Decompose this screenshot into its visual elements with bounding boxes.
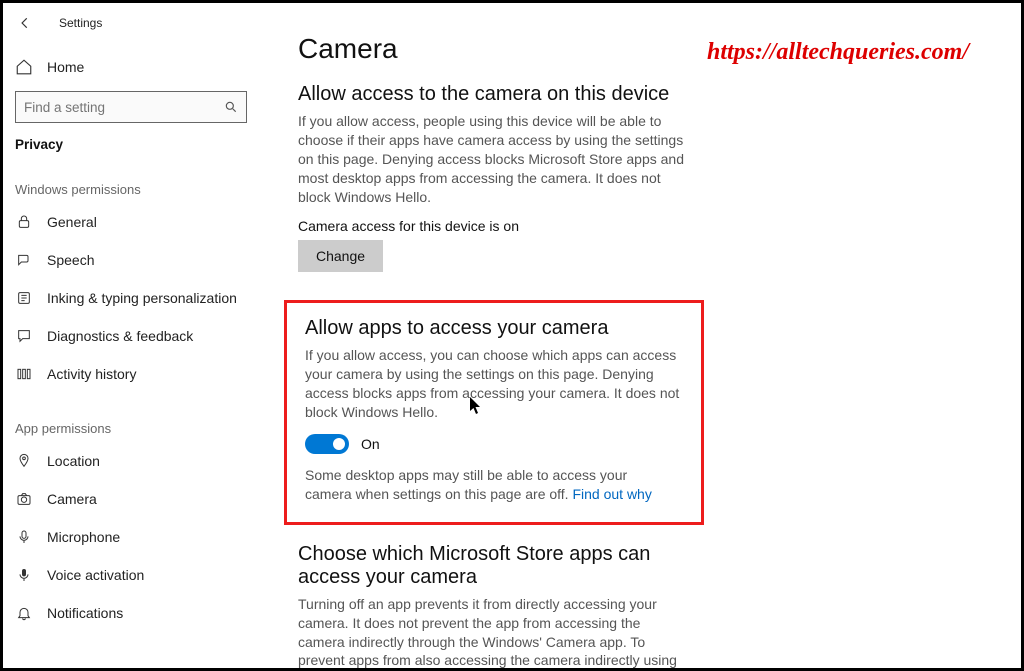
sidebar-item-label: Voice activation [47,567,144,583]
section-heading-device-access: Allow access to the camera on this devic… [298,83,991,106]
sidebar-item-microphone[interactable]: Microphone [3,518,268,556]
search-input[interactable] [24,100,224,115]
sidebar-item-inking[interactable]: Inking & typing personalization [3,279,268,317]
desktop-apps-note: Some desktop apps may still be able to a… [305,466,655,504]
section-body-device-access: If you allow access, people using this d… [298,112,688,206]
section-heading-store-apps: Choose which Microsoft Store apps can ac… [298,543,718,589]
app-access-toggle-row: On [305,434,683,454]
microphone-icon [15,529,33,545]
group-heading-windows-permissions: Windows permissions [3,154,268,203]
group-heading-app-permissions: App permissions [3,393,268,442]
sidebar-item-voice[interactable]: Voice activation [3,556,268,594]
search-icon [224,100,238,114]
camera-icon [15,491,33,507]
sidebar-item-label: Speech [47,252,94,268]
sidebar-item-notifications[interactable]: Notifications [3,594,268,632]
search-box-wrap [3,85,268,127]
section-heading-app-access: Allow apps to access your camera [305,317,683,340]
device-access-status: Camera access for this device is on [298,218,991,234]
inking-icon [15,290,33,306]
sidebar-item-label: Diagnostics & feedback [47,328,193,344]
sidebar: Settings Home Privacy Windows permission… [3,3,268,668]
notifications-icon [15,605,33,621]
sidebar-item-label: Inking & typing personalization [47,290,237,306]
section-body-app-access: If you allow access, you can choose whic… [305,346,683,422]
sidebar-item-general[interactable]: General [3,203,268,241]
change-button[interactable]: Change [298,240,383,272]
highlighted-section: Allow apps to access your camera If you … [284,300,704,524]
sidebar-item-home[interactable]: Home [3,49,268,85]
app-access-toggle[interactable] [305,434,349,454]
sidebar-item-label: Camera [47,491,97,507]
content-pane: Camera Allow access to the camera on thi… [268,3,1021,668]
home-icon [15,58,33,76]
find-out-why-link[interactable]: Find out why [572,486,651,502]
voice-activation-icon [15,567,33,583]
app-title: Settings [59,16,102,30]
settings-window: Settings Home Privacy Windows permission… [0,0,1024,671]
section-body-store-apps: Turning off an app prevents it from dire… [298,595,688,668]
activity-icon [15,366,33,382]
sidebar-item-label: General [47,214,97,230]
sidebar-item-speech[interactable]: Speech [3,241,268,279]
location-icon [15,453,33,469]
sidebar-item-diagnostics[interactable]: Diagnostics & feedback [3,317,268,355]
search-box[interactable] [15,91,247,123]
current-category: Privacy [3,127,268,154]
lock-icon [15,214,33,230]
title-bar: Settings [3,9,268,37]
feedback-icon [15,328,33,344]
back-button[interactable] [15,13,35,33]
sidebar-item-label: Home [47,59,84,75]
sidebar-item-label: Location [47,453,100,469]
sidebar-item-activity[interactable]: Activity history [3,355,268,393]
app-access-toggle-label: On [361,436,380,452]
sidebar-item-label: Microphone [47,529,120,545]
sidebar-item-label: Activity history [47,366,136,382]
sidebar-item-label: Notifications [47,605,123,621]
watermark-url: https://alltechqueries.com/ [707,39,969,66]
sidebar-item-camera[interactable]: Camera [3,480,268,518]
speech-icon [15,252,33,268]
sidebar-item-location[interactable]: Location [3,442,268,480]
